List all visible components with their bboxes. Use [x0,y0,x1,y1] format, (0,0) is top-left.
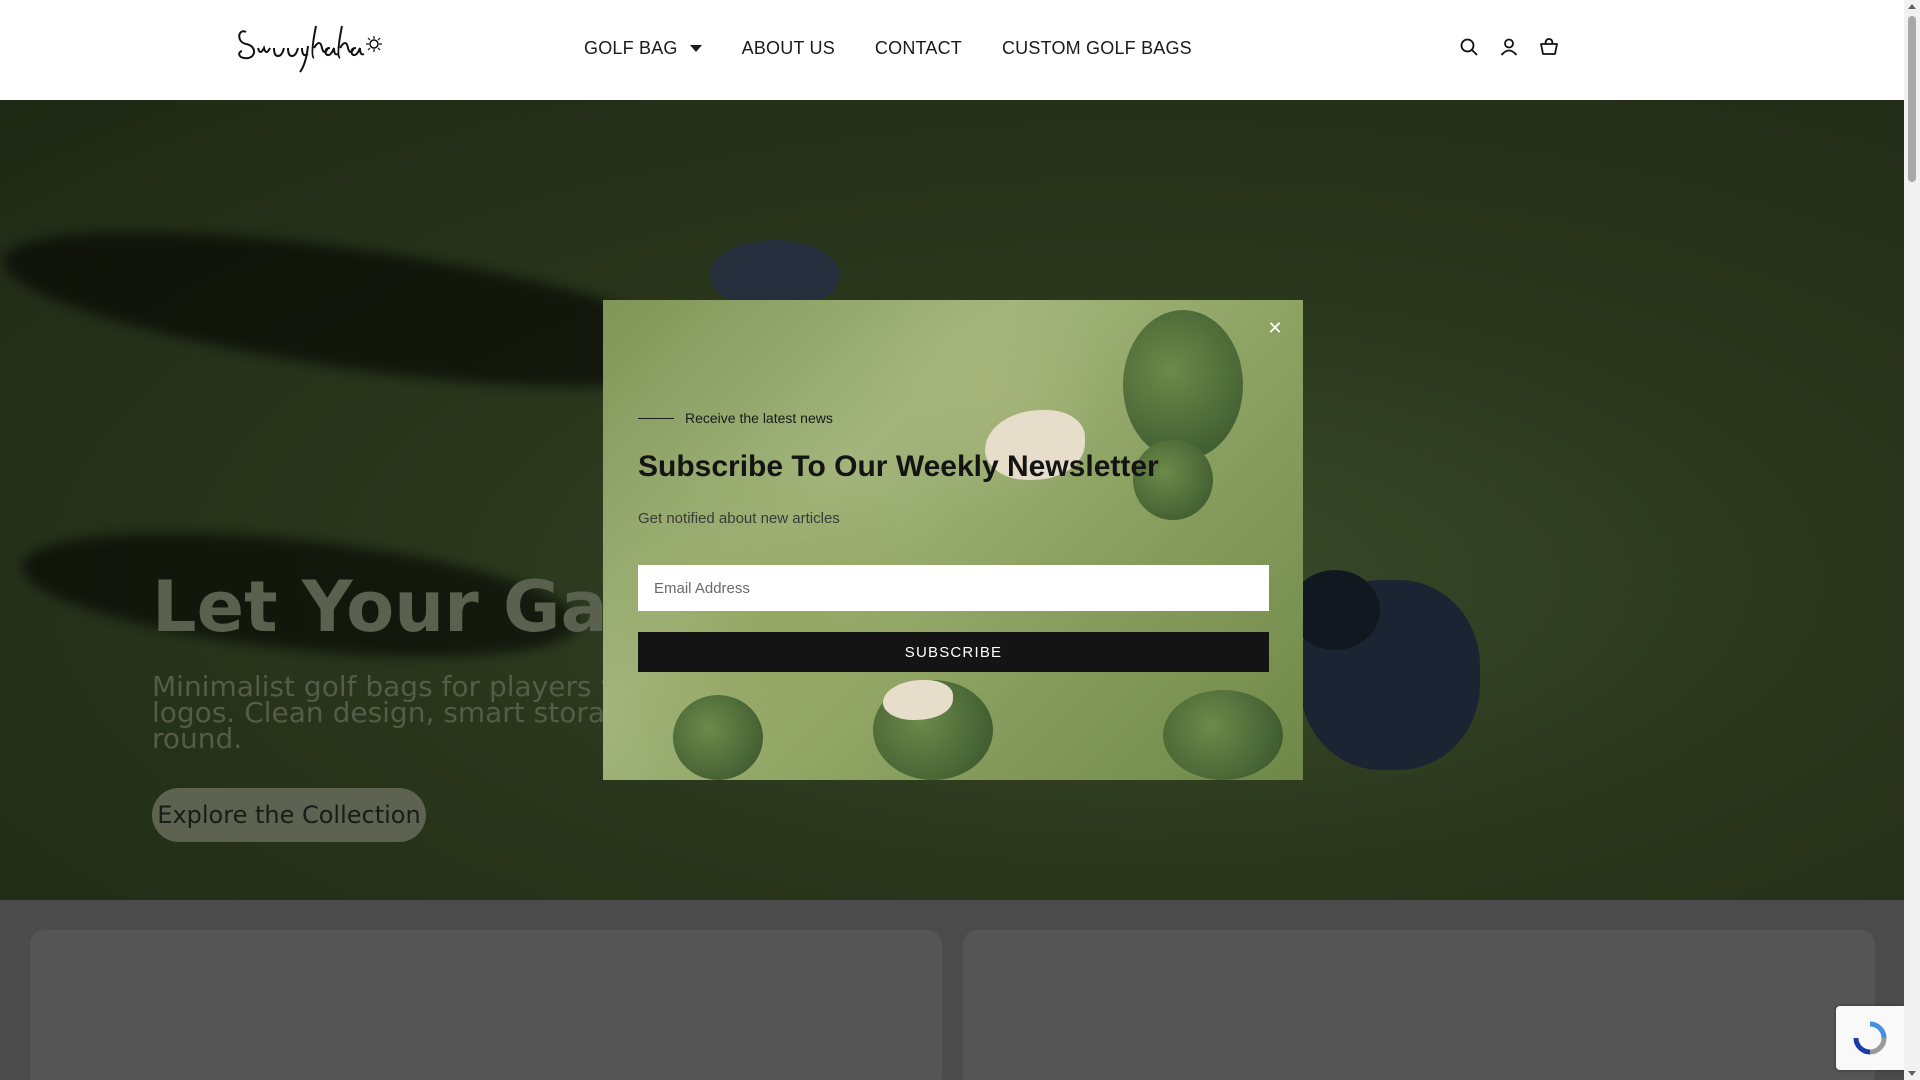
tree-image [673,695,763,780]
collection-card[interactable] [963,930,1875,1080]
nav-custom-golf-bags-label: CUSTOM GOLF BAGS [1001,38,1192,58]
page-scrollbar[interactable] [1904,0,1920,1080]
modal-kicker: Receive the latest news [638,410,833,426]
nav-contact[interactable]: CONTACT [875,38,962,59]
golfer-cap [1290,570,1380,650]
scroll-up-icon[interactable] [1908,4,1916,9]
scroll-down-icon[interactable] [1908,1071,1916,1076]
close-icon[interactable]: ✕ [1261,314,1289,342]
header-actions [1458,36,1560,58]
collection-cards [0,900,1904,1080]
account-icon[interactable] [1498,36,1520,58]
nav-about-us[interactable]: ABOUT US [742,38,835,59]
newsletter-modal: ✕ Receive the latest news Subscribe To O… [603,300,1303,780]
kicker-text: Receive the latest news [685,410,833,426]
collection-card[interactable] [30,930,942,1080]
cart-icon[interactable] [1538,36,1560,58]
kicker-divider [638,417,674,419]
explore-collection-button[interactable]: Explore the Collection [152,788,426,842]
recaptcha-badge[interactable] [1836,1006,1904,1070]
modal-title: Subscribe To Our Weekly Newsletter [638,450,1159,483]
nav-custom-golf-bags[interactable]: CUSTOM GOLF BAGS [1002,38,1192,59]
brand-logo[interactable] [234,18,382,78]
scrollbar-thumb[interactable] [1908,16,1916,182]
subscribe-button[interactable]: SUBSCRIBE [638,632,1269,672]
search-icon[interactable] [1458,36,1480,58]
nav-golf-bag-label: GOLF BAG [584,38,678,58]
email-field[interactable] [638,565,1269,611]
nav-contact-label: CONTACT [874,38,962,58]
tree-image [1123,310,1243,460]
nav-golf-bag[interactable]: GOLF BAG [584,38,702,59]
recaptcha-icon [1853,1021,1887,1055]
main-nav: GOLF BAG ABOUT US CONTACT CUSTOM GOLF BA… [584,38,1232,59]
nav-about-us-label: ABOUT US [741,38,835,58]
modal-description: Get notified about new articles [638,510,840,527]
caret-down-icon [689,45,702,52]
tree-image [1163,690,1283,780]
site-header: GOLF BAG ABOUT US CONTACT CUSTOM GOLF BA… [0,0,1904,100]
